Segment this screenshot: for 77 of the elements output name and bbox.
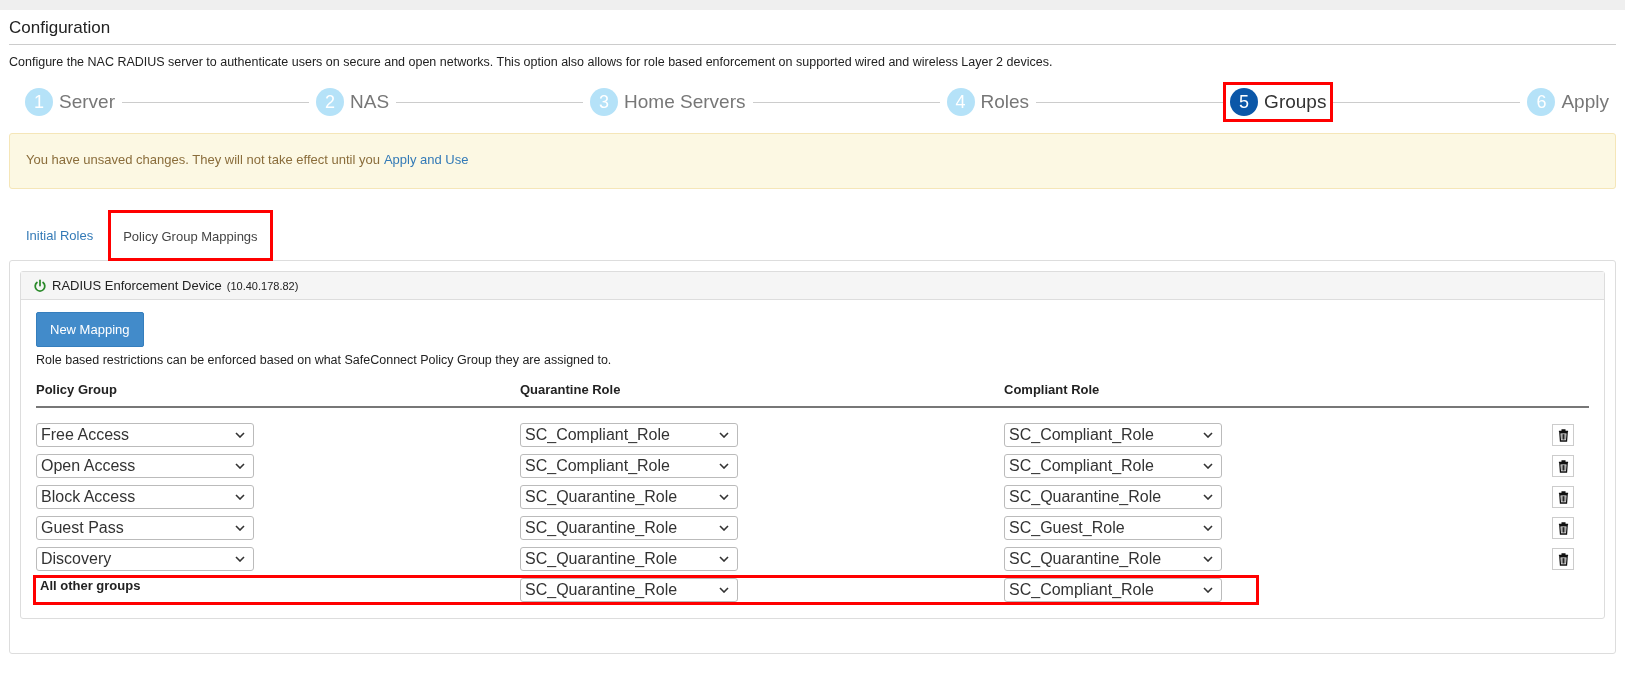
wizard-step[interactable]: 4 Roles <box>939 82 1037 122</box>
trash-icon <box>1557 459 1569 473</box>
compliant-role-dropdown[interactable]: SC_Quarantine_Role <box>1004 547 1222 571</box>
delete-button[interactable] <box>1552 517 1574 539</box>
step-number: 3 <box>590 88 619 116</box>
caret-icon <box>719 494 729 500</box>
caret-icon <box>235 494 245 500</box>
step-number: 2 <box>316 88 344 116</box>
caret-icon <box>719 432 729 438</box>
trash-icon <box>1557 552 1569 566</box>
help-text: Role based restrictions can be enforced based on what SafeConnect Policy Group they are assigned to. <box>36 353 613 367</box>
new-mapping-button[interactable]: New Mapping <box>36 312 144 347</box>
apply-and-use-link[interactable]: Apply and Use <box>383 152 469 167</box>
caret-icon <box>1203 587 1213 593</box>
delete-button[interactable] <box>1552 548 1574 570</box>
policy-group-dropdown[interactable]: Block Access <box>36 485 254 509</box>
quarantine-role-dropdown[interactable]: SC_Compliant_Role <box>520 454 738 478</box>
caret-icon <box>235 525 245 531</box>
compliant-role-dropdown[interactable]: SC_Compliant_Role <box>1004 423 1222 447</box>
delete-button[interactable] <box>1552 424 1574 446</box>
caret-icon <box>719 556 729 562</box>
step-label: Roles <box>980 91 1030 113</box>
delete-button[interactable] <box>1552 486 1574 508</box>
caret-icon <box>235 463 245 469</box>
caret-icon <box>1203 525 1213 531</box>
wizard-step[interactable]: 2 NAS <box>309 82 397 122</box>
policy-group-dropdown[interactable]: Free Access <box>36 423 254 447</box>
step-number: 6 <box>1527 88 1556 116</box>
wizard-step[interactable]: 1 Server <box>18 82 122 122</box>
quarantine-role-dropdown[interactable]: SC_Quarantine_Role <box>520 578 738 602</box>
caret-icon <box>719 463 729 469</box>
step-label: Server <box>59 91 115 113</box>
trash-icon <box>1557 490 1569 504</box>
caret-icon <box>235 432 245 438</box>
caret-icon <box>1203 463 1213 469</box>
policy-group-label: All other groups <box>39 578 142 593</box>
tab[interactable]: Initial Roles <box>11 211 109 260</box>
description-text: Configure the NAC RADIUS server to authenticate users on secure and open networks. This option also allows for role based enforcement on supported wired and wireless Layer 2 devices. <box>9 55 1054 69</box>
step-label: Apply <box>1561 91 1609 113</box>
policy-group-dropdown[interactable]: Guest Pass <box>36 516 254 540</box>
step-label: Home Servers <box>624 91 746 113</box>
column-header: Quarantine Role <box>520 382 622 397</box>
caret-icon <box>1203 432 1213 438</box>
column-header: Compliant Role <box>1004 382 1101 397</box>
wizard-step[interactable]: 6 Apply <box>1520 82 1616 122</box>
compliant-role-dropdown[interactable]: SC_Guest_Role <box>1004 516 1222 540</box>
caret-icon <box>1203 556 1213 562</box>
delete-button[interactable] <box>1552 455 1574 477</box>
wizard-step[interactable]: 3 Home Servers <box>583 82 753 122</box>
quarantine-role-dropdown[interactable]: SC_Quarantine_Role <box>520 485 738 509</box>
compliant-role-dropdown[interactable]: SC_Compliant_Role <box>1004 454 1222 478</box>
quarantine-role-dropdown[interactable]: SC_Quarantine_Role <box>520 516 738 540</box>
policy-group-dropdown[interactable]: Discovery <box>36 547 254 571</box>
policy-group-dropdown[interactable]: Open Access <box>36 454 254 478</box>
caret-icon <box>235 556 245 562</box>
step-number: 5 <box>1230 88 1259 116</box>
tab[interactable]: Policy Group Mappings <box>108 210 273 261</box>
step-label: Groups <box>1264 91 1327 113</box>
trash-icon <box>1557 521 1569 535</box>
step-number: 1 <box>25 88 53 116</box>
caret-icon <box>719 587 729 593</box>
trash-icon <box>1557 428 1569 442</box>
page-title: Configuration <box>9 10 1616 45</box>
wizard-step[interactable]: 5 Groups <box>1223 82 1334 122</box>
caret-icon <box>719 525 729 531</box>
step-label: NAS <box>350 91 390 113</box>
caret-icon <box>1203 494 1213 500</box>
compliant-role-dropdown[interactable]: SC_Compliant_Role <box>1004 578 1222 602</box>
power-icon <box>33 278 47 293</box>
quarantine-role-dropdown[interactable]: SC_Compliant_Role <box>520 423 738 447</box>
device-name: RADIUS Enforcement Device <box>52 278 222 293</box>
alert-text: You have unsaved changes. They will not take effect until you <box>26 152 380 167</box>
quarantine-role-dropdown[interactable]: SC_Quarantine_Role <box>520 547 738 571</box>
compliant-role-dropdown[interactable]: SC_Quarantine_Role <box>1004 485 1222 509</box>
column-header: Policy Group <box>36 382 118 397</box>
step-number: 4 <box>946 88 975 116</box>
device-address: (10.40.178.82) <box>226 279 299 292</box>
